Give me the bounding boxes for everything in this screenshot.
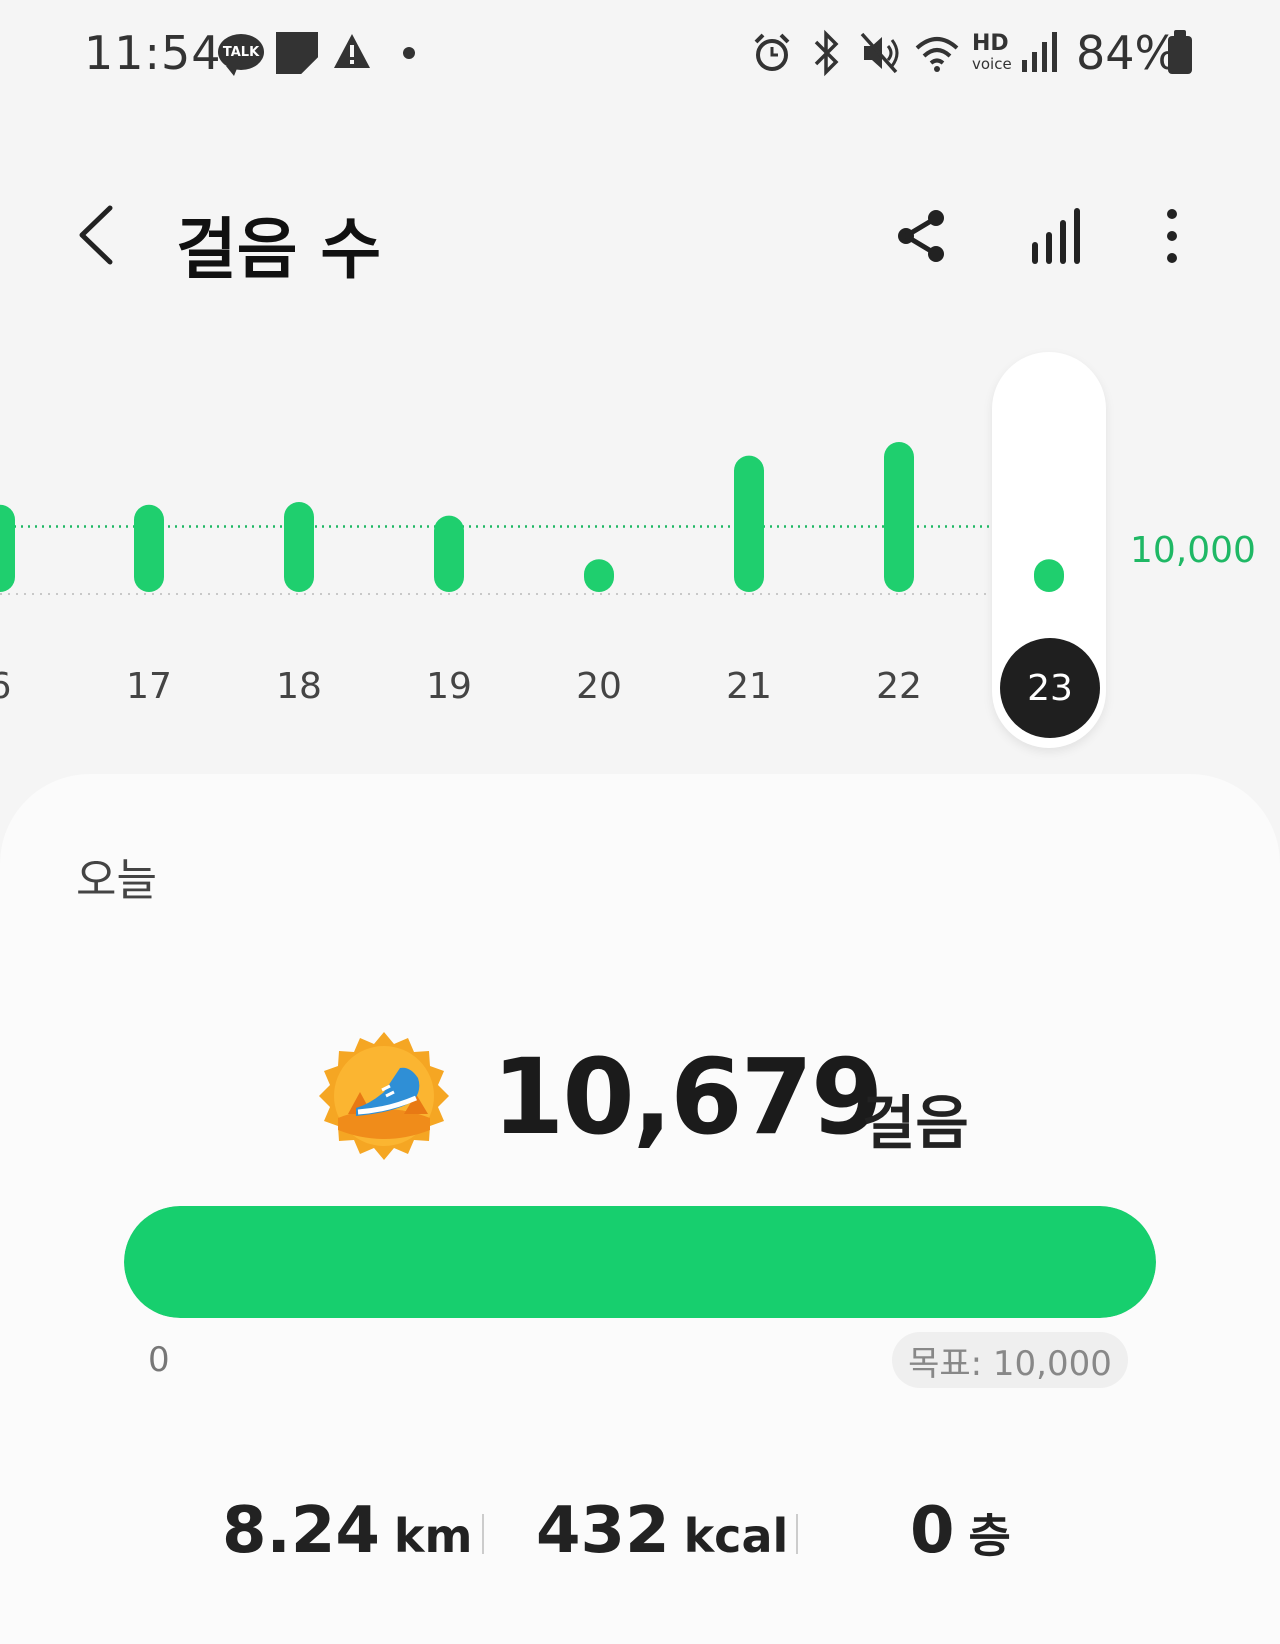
distance-metric: 8.24 km	[222, 1494, 472, 1568]
day-label-6[interactable]: 6	[0, 666, 40, 707]
chart-bar-day-21[interactable]	[734, 455, 764, 592]
chart-bar-day-19[interactable]	[434, 515, 464, 592]
metric-divider	[796, 1514, 798, 1554]
share-button[interactable]	[892, 206, 952, 266]
battery-percentage: 84%	[1076, 26, 1179, 80]
goal-line-label: 10,000	[1130, 530, 1256, 571]
goal-chip[interactable]: 목표: 10,000	[892, 1332, 1128, 1388]
chart-bar-day-17[interactable]	[134, 504, 164, 592]
talk-label: TALK	[222, 44, 260, 60]
chart-bar-day-22[interactable]	[884, 442, 914, 592]
activity-metrics: 8.24 km 432 kcal 0 층	[0, 1494, 1280, 1594]
warning-icon	[334, 34, 370, 68]
signal-icon	[1022, 32, 1057, 72]
day-label-20[interactable]: 20	[559, 666, 639, 707]
today-steps-unit: 걸음	[862, 1089, 969, 1157]
status-time: 11:54	[84, 26, 222, 80]
kakaotalk-icon: TALK	[218, 34, 264, 76]
note-icon	[276, 32, 318, 74]
day-label-18[interactable]: 18	[259, 666, 339, 707]
progress-min-label: 0	[148, 1340, 170, 1380]
metric-divider	[482, 1514, 484, 1554]
bluetooth-icon	[814, 29, 839, 77]
calories-unit: kcal	[683, 1509, 789, 1563]
floors-metric: 0 층	[910, 1494, 1011, 1568]
chart-bar-day-23[interactable]	[1034, 559, 1064, 592]
floors-unit: 층	[968, 1509, 1011, 1563]
distance-value: 8.24	[222, 1494, 380, 1568]
today-label: 오늘	[76, 855, 157, 906]
selected-day-label[interactable]: 23	[1000, 638, 1100, 738]
chart-bar-day-20[interactable]	[584, 559, 614, 592]
goal-progress-bar	[124, 1206, 1156, 1318]
day-label-17[interactable]: 17	[109, 666, 189, 707]
today-steps-value: 10,679	[492, 1036, 883, 1158]
voice-label: voice	[972, 55, 1012, 73]
notification-dot	[403, 47, 415, 59]
day-label-21[interactable]: 21	[709, 666, 789, 707]
stats-button[interactable]	[1028, 206, 1088, 266]
alarm-icon	[754, 33, 790, 71]
calories-metric: 432 kcal	[536, 1494, 788, 1568]
hd-label: HD	[972, 31, 1009, 56]
battery-icon	[1168, 30, 1192, 74]
chart-bar-day-18[interactable]	[284, 502, 314, 592]
more-options-button[interactable]	[1148, 206, 1208, 266]
walking-shoe-badge-icon	[319, 1032, 449, 1160]
goal-progress-fill	[124, 1206, 1156, 1318]
hd-voice-icon: HD voice	[972, 31, 1012, 74]
wifi-icon	[915, 37, 959, 72]
mute-icon	[860, 32, 899, 74]
floors-value: 0	[910, 1494, 955, 1568]
distance-unit: km	[393, 1509, 473, 1563]
calories-value: 432	[536, 1494, 670, 1568]
daily-steps-chart: 10,000 6 17 18 19 20 21 22 23	[0, 330, 1280, 750]
chart-bar-day-6[interactable]	[0, 504, 15, 592]
page-title: 걸음 수	[176, 211, 382, 288]
day-label-22[interactable]: 22	[859, 666, 939, 707]
back-button[interactable]	[72, 200, 122, 270]
today-summary-card: 오늘 10,679 걸음 0 목표: 10,000 8.24 km 432 kc…	[0, 774, 1280, 1644]
status-bar: 11:54 TALK HD voice 84%	[0, 0, 1280, 110]
day-label-19[interactable]: 19	[409, 666, 489, 707]
